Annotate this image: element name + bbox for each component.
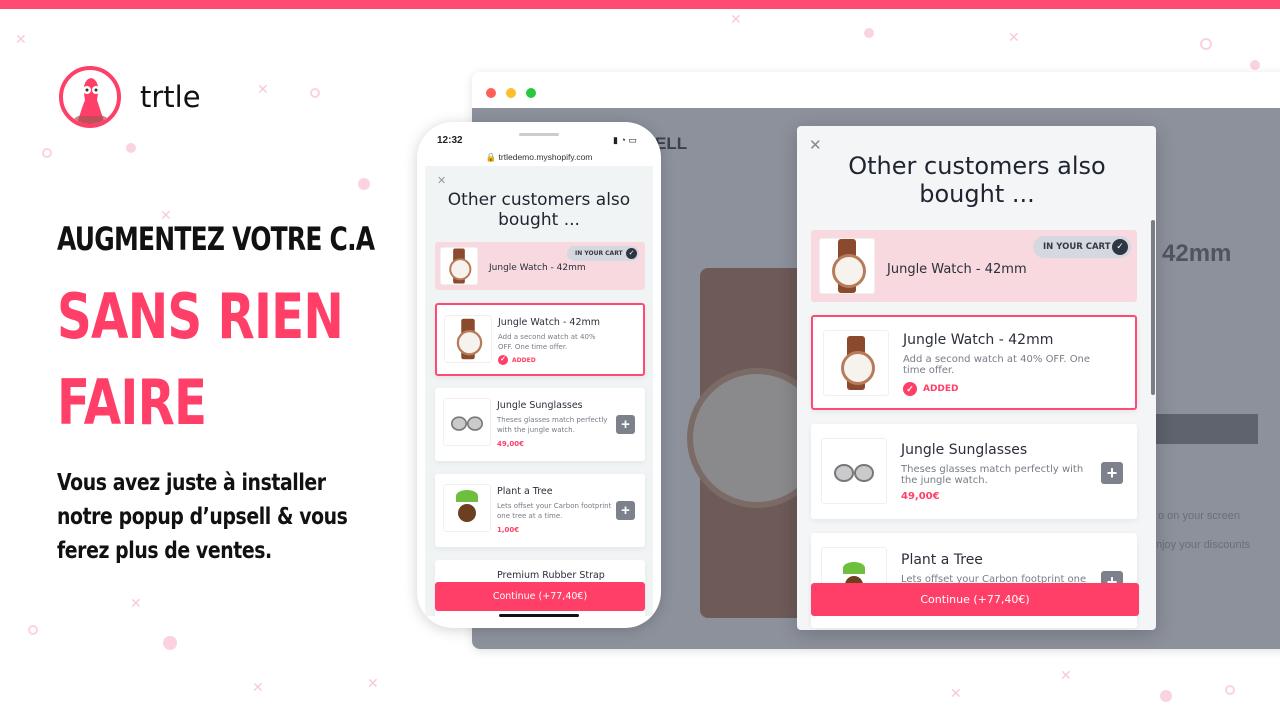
upsell-item: Jungle Sunglasses Theses glasses match p…: [435, 388, 645, 461]
added-check-icon: ✓: [498, 355, 508, 365]
item-description: Add a second watch at 40% OFF. One time …: [498, 333, 596, 351]
in-your-cart-label: IN YOUR CART: [575, 250, 623, 257]
status-time: 12:32: [437, 135, 463, 146]
phone-upsell-popup: ✕ Other customers also bought ... Jungle…: [425, 166, 653, 616]
headline-line-3: FAIRE: [57, 366, 207, 439]
maximize-window-dot[interactable]: [526, 88, 536, 98]
home-indicator: [499, 614, 579, 617]
cart-item-row: Jungle Watch - 42mm IN YOUR CART ✓: [811, 230, 1137, 302]
url-bar[interactable]: 🔒 trtledemo.myshopify.com: [417, 152, 661, 163]
top-accent-bar: [0, 0, 1280, 9]
popup-title: Other customers also bought ...: [848, 152, 1106, 208]
item-price: 49,00€: [901, 491, 940, 502]
continue-button[interactable]: Continue (+77,40€): [435, 582, 645, 611]
in-your-cart-badge: IN YOUR CART ✓: [567, 246, 639, 261]
upsell-item-added[interactable]: Jungle Watch - 42mm Add a second watch a…: [811, 315, 1137, 410]
added-label: ADDED: [923, 384, 959, 394]
watch-thumbnail: [819, 238, 875, 294]
close-icon[interactable]: ✕: [809, 136, 822, 154]
brand-name: trtle: [140, 80, 201, 114]
url-text: trtledemo.myshopify.com: [498, 152, 593, 162]
continue-button[interactable]: Continue (+77,40€): [811, 583, 1139, 616]
trtle-logo-avatar: [59, 66, 121, 128]
add-item-plus-button[interactable]: +: [616, 501, 635, 520]
hero-paragraph: Vous avez juste à installer notre popup …: [57, 470, 348, 564]
minimize-window-dot[interactable]: [506, 88, 516, 98]
in-your-cart-label: IN YOUR CART: [1043, 242, 1111, 252]
check-icon: ✓: [1112, 239, 1128, 255]
headline-line-2: SANS RIEN: [57, 280, 344, 353]
item-description: Theses glasses match perfectly with the …: [901, 464, 1084, 486]
item-name: Plant a Tree: [901, 552, 983, 568]
in-your-cart-badge: IN YOUR CART ✓: [1033, 236, 1131, 258]
upsell-item: Plant a Tree Lets offset your Carbon foo…: [435, 474, 645, 547]
item-price: 1,00€: [497, 526, 520, 534]
item-description: Theses glasses match perfectly with the …: [497, 416, 608, 434]
shop-text-line-2: njoy your discounts: [1156, 539, 1251, 551]
phone-speaker: [519, 133, 559, 136]
close-icon[interactable]: ✕: [437, 174, 446, 187]
tree-thumbnail: [443, 484, 491, 532]
add-item-plus-button[interactable]: +: [616, 415, 635, 434]
upsell-item-added[interactable]: Jungle Watch - 42mm Add a second watch a…: [435, 303, 645, 376]
cart-item-row: Jungle Watch - 42mm IN YOUR CART ✓: [435, 242, 645, 290]
popup-scrollbar[interactable]: [1151, 220, 1155, 395]
item-description: Add a second watch at 40% OFF. One time …: [903, 354, 1091, 376]
upsell-item: Jungle Sunglasses Theses glasses match p…: [811, 424, 1137, 519]
item-description: Lets offset your Carbon footprint one tr…: [497, 502, 612, 520]
added-label: ADDED: [512, 357, 536, 364]
add-item-plus-button[interactable]: +: [1101, 462, 1123, 484]
popup-title: Other customers also bought ...: [447, 190, 631, 230]
item-name: Jungle Watch - 42mm: [903, 332, 1054, 348]
watch-thumbnail: [440, 247, 478, 285]
watch-thumbnail: [444, 315, 492, 363]
desktop-upsell-popup: ✕ Other customers also bought ... Jungle…: [797, 126, 1156, 630]
sunglasses-thumbnail: [443, 398, 491, 446]
headline-line-1: AUGMENTEZ VOTRE C.A: [57, 220, 375, 258]
status-icons: ▮ ◔ ▭: [613, 135, 637, 145]
add-to-cart-button-bg: [1152, 414, 1258, 444]
product-size-text: 42mm: [1162, 240, 1232, 267]
close-window-dot[interactable]: [486, 88, 496, 98]
cart-item-name: Jungle Watch - 42mm: [489, 263, 586, 273]
sunglasses-thumbnail: [821, 438, 887, 504]
item-name: Jungle Sunglasses: [901, 442, 1028, 458]
item-name: Plant a Tree: [497, 486, 553, 497]
item-price: 49,00€: [497, 440, 525, 448]
item-name: Jungle Watch - 42mm: [498, 317, 601, 328]
shop-text-line-1: o on your screen: [1158, 510, 1240, 522]
item-name: Jungle Sunglasses: [497, 400, 583, 411]
phone-mockup: 12:32 ▮ ◔ ▭ 🔒 trtledemo.myshopify.com ✕ …: [417, 122, 661, 628]
watch-thumbnail: [823, 330, 889, 396]
added-check-icon: ✓: [903, 382, 917, 396]
cart-item-name: Jungle Watch - 42mm: [887, 262, 1027, 277]
check-icon: ✓: [626, 248, 637, 259]
item-name: Premium Rubber Strap: [497, 570, 605, 581]
